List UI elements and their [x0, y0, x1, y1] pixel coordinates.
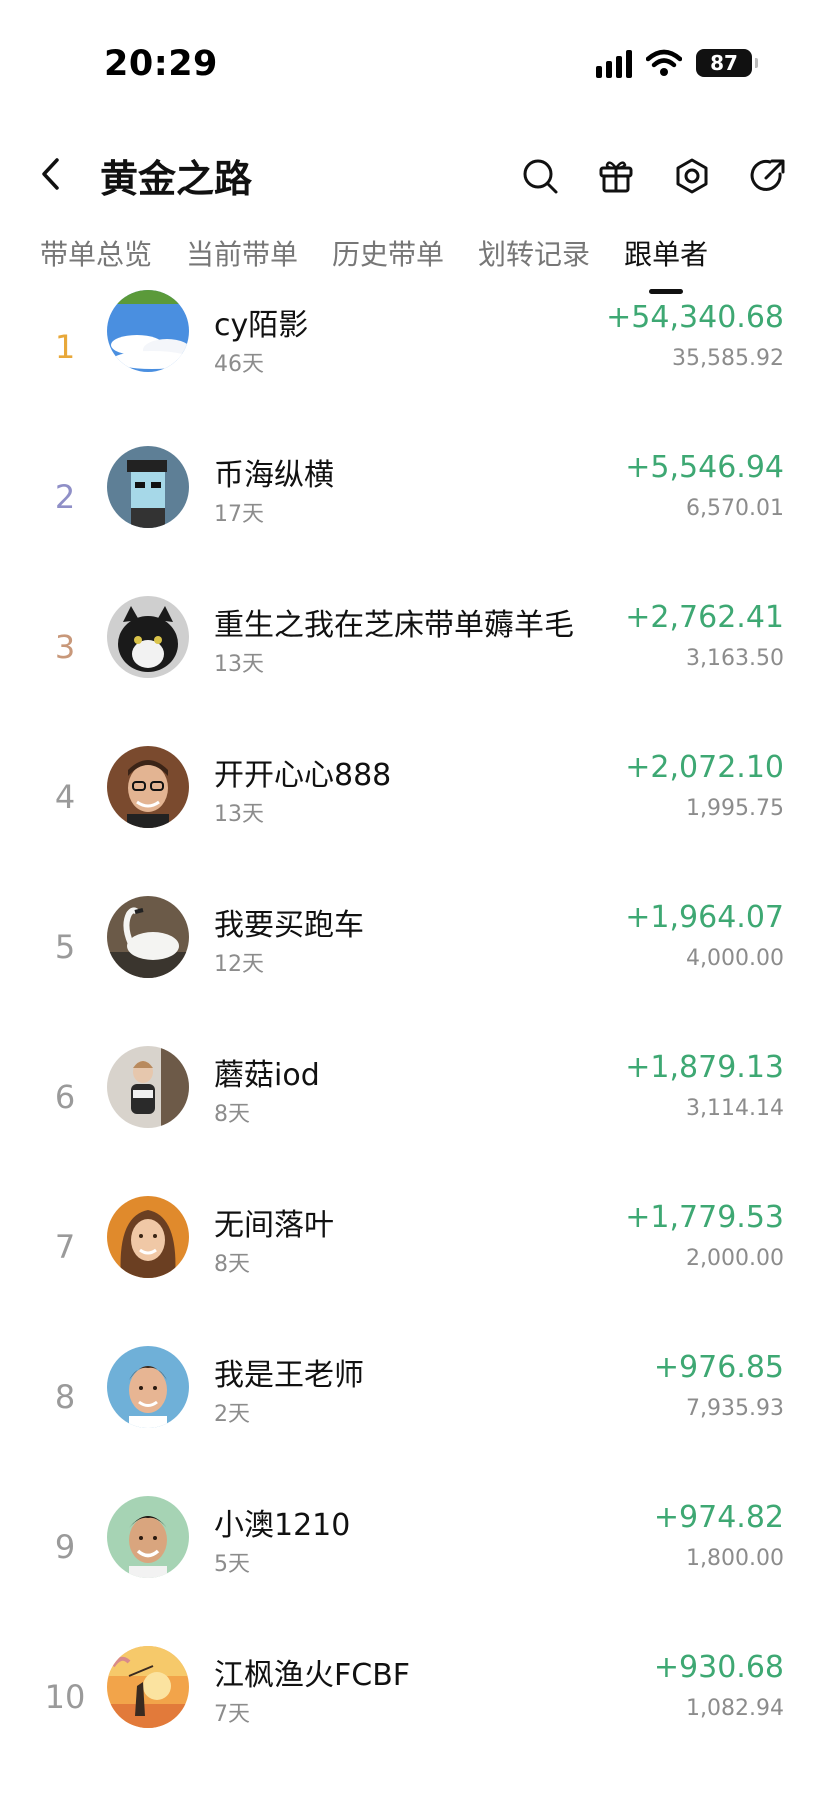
avatar [107, 1196, 189, 1278]
follow-days: 5天 [214, 1552, 250, 1577]
tab-overview[interactable]: 带单总览 [40, 230, 152, 296]
follower-name: 币海纵横 [214, 458, 334, 493]
gift-button[interactable] [592, 152, 640, 200]
profit-value: +2,762.41 [625, 600, 784, 635]
follow-days: 12天 [214, 952, 264, 977]
rank-number: 1 [54, 328, 76, 366]
settings-button[interactable] [668, 152, 716, 200]
avatar [107, 1646, 189, 1728]
profit-value: +974.82 [653, 1500, 784, 1535]
profit-value: +930.68 [653, 1650, 784, 1685]
list-item[interactable]: 9 小澳1210 5天 +974.82 1,800.00 [0, 1496, 828, 1650]
wifi-icon [646, 49, 682, 76]
list-item[interactable]: 1 cy陌影 46天 +54,340.68 35,585.92 [0, 290, 828, 450]
follow-days: 8天 [214, 1252, 250, 1277]
list-item[interactable]: 5 我要买跑车 12天 +1,964.07 4,000.00 [0, 896, 828, 1050]
status-icons: 87 [596, 48, 758, 78]
amount-value: 1,800.00 [686, 1546, 784, 1571]
header: 黄金之路 [0, 130, 828, 220]
avatar [107, 746, 189, 828]
page-title: 黄金之路 [100, 157, 253, 201]
rank-number: 7 [54, 1228, 76, 1266]
rank-number: 4 [54, 778, 76, 816]
back-button[interactable] [30, 150, 70, 198]
battery-indicator: 87 [696, 49, 758, 77]
follow-days: 8天 [214, 1102, 250, 1127]
list-item[interactable]: 4 开开心心888 13天 +2,072.10 1,995.75 [0, 746, 828, 900]
profit-value: +1,879.13 [625, 1050, 784, 1085]
avatar [107, 596, 189, 678]
follower-name: 无间落叶 [214, 1208, 334, 1243]
list-item[interactable]: 6 蘑菇iod 8天 +1,879.13 3,114.14 [0, 1046, 828, 1200]
avatar [107, 446, 189, 528]
rank-number: 8 [54, 1378, 76, 1416]
follow-days: 2天 [214, 1402, 250, 1427]
profit-value: +54,340.68 [606, 300, 784, 335]
follower-name: 蘑菇iod [214, 1058, 320, 1093]
follow-days: 17天 [214, 502, 264, 527]
amount-value: 3,114.14 [686, 1096, 784, 1121]
amount-value: 6,570.01 [686, 496, 784, 521]
follower-name: 开开心心888 [214, 758, 392, 793]
amount-value: 1,995.75 [686, 796, 784, 821]
amount-value: 1,082.94 [686, 1696, 784, 1721]
amount-value: 4,000.00 [686, 946, 784, 971]
hexagon-settings-icon [676, 158, 708, 194]
profit-value: +1,779.53 [625, 1200, 784, 1235]
gift-icon [599, 161, 633, 193]
profit-value: +1,964.07 [625, 900, 784, 935]
avatar [107, 290, 189, 372]
tab-current[interactable]: 当前带单 [186, 230, 298, 296]
share-button[interactable] [744, 152, 792, 200]
share-icon [750, 159, 785, 191]
rank-number: 6 [54, 1078, 76, 1116]
list-item[interactable]: 2 币海纵横 17天 +5,546.94 6,570.01 [0, 446, 828, 600]
avatar [107, 896, 189, 978]
follower-name: 小澳1210 [214, 1508, 351, 1543]
follower-name: 我要买跑车 [214, 908, 364, 943]
list-item[interactable]: 3 重生之我在芝床带单薅羊毛 13天 +2,762.41 3,163.50 [0, 596, 828, 750]
follower-name: 我是王老师 [214, 1358, 364, 1393]
follower-name: 江枫渔火FCBF [214, 1658, 411, 1693]
tab-followers[interactable]: 跟单者 [624, 230, 708, 296]
follower-name: cy陌影 [214, 308, 309, 343]
avatar [107, 1346, 189, 1428]
signal-icon [596, 48, 632, 78]
tab-transfers[interactable]: 划转记录 [478, 230, 590, 296]
avatar [107, 1496, 189, 1578]
chevron-left-icon [42, 158, 59, 190]
list-item[interactable]: 8 我是王老师 2天 +976.85 7,935.93 [0, 1346, 828, 1500]
rank-number: 3 [54, 628, 76, 666]
search-button[interactable] [516, 152, 564, 200]
status-bar: 20:29 87 [0, 0, 828, 120]
follow-days: 7天 [214, 1702, 250, 1727]
follow-days: 46天 [214, 352, 264, 377]
amount-value: 2,000.00 [686, 1246, 784, 1271]
active-tab-indicator [649, 289, 684, 294]
tab-history[interactable]: 历史带单 [332, 230, 444, 296]
follow-days: 13天 [214, 802, 264, 827]
amount-value: 35,585.92 [672, 346, 784, 371]
profit-value: +2,072.10 [625, 750, 784, 785]
follower-name: 重生之我在芝床带单薅羊毛 [214, 608, 574, 643]
list-item[interactable]: 10 江枫渔火FCBF 7天 +930.68 1,082.94 [0, 1646, 828, 1800]
avatar [107, 1046, 189, 1128]
profit-value: +5,546.94 [625, 450, 784, 485]
rank-number: 9 [54, 1528, 76, 1566]
search-icon [523, 159, 558, 194]
amount-value: 7,935.93 [686, 1396, 784, 1421]
profit-value: +976.85 [653, 1350, 784, 1385]
follow-days: 13天 [214, 652, 264, 677]
amount-value: 3,163.50 [686, 646, 784, 671]
header-actions [516, 152, 792, 200]
rank-number: 10 [44, 1678, 86, 1716]
list-item[interactable]: 7 无间落叶 8天 +1,779.53 2,000.00 [0, 1196, 828, 1350]
rank-number: 2 [54, 478, 76, 516]
rank-number: 5 [54, 928, 76, 966]
tab-bar: 带单总览 当前带单 历史带单 划转记录 跟单者 [40, 230, 808, 300]
status-time: 20:29 [104, 44, 218, 84]
